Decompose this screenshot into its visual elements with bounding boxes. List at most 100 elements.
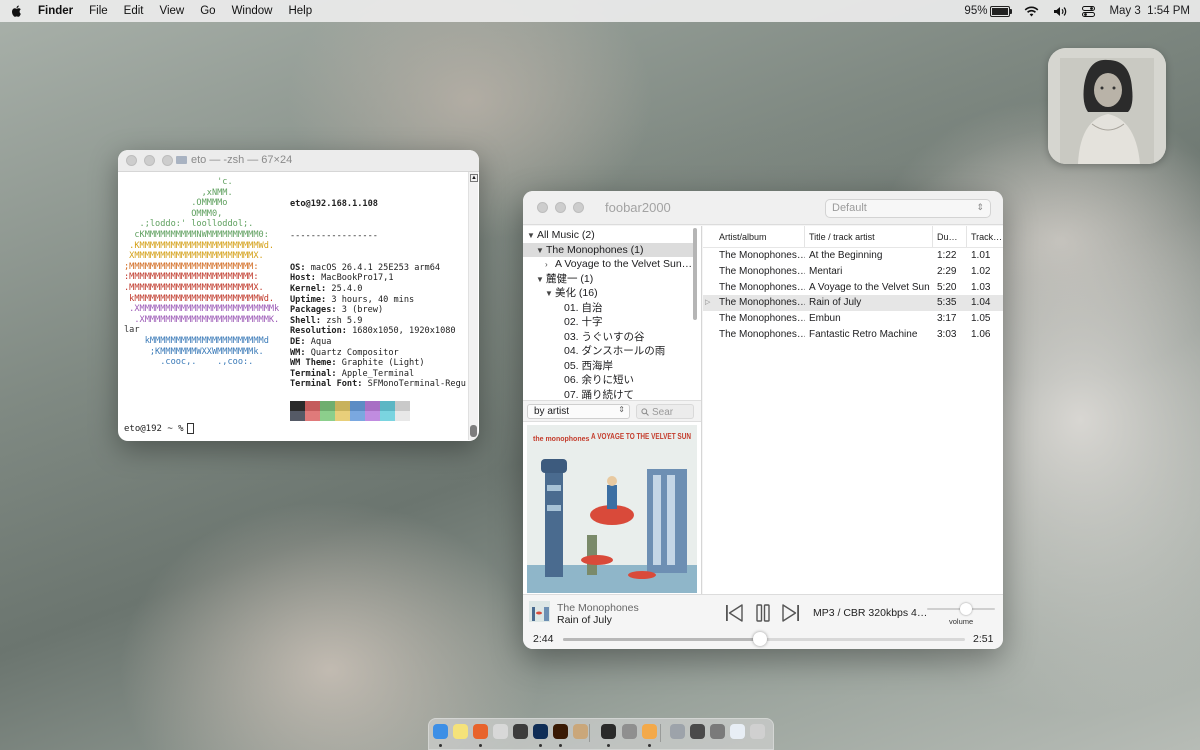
- clock-time: 1:54 PM: [1147, 5, 1190, 17]
- terminal-minimize-button[interactable]: [144, 155, 155, 166]
- terminal-window[interactable]: eto — -zsh — 67×24 'c. ,xNMM. .OMMMMo OM…: [118, 150, 479, 441]
- wifi-icon[interactable]: [1024, 5, 1039, 17]
- group-by-select[interactable]: by artist ⇕: [527, 404, 630, 419]
- column-duration[interactable]: Du…: [933, 226, 967, 247]
- library-tree-item[interactable]: 04. ダンスホールの雨: [523, 344, 697, 359]
- menu-file[interactable]: File: [89, 5, 108, 17]
- previous-track-icon[interactable]: [723, 602, 745, 624]
- menu-go[interactable]: Go: [200, 5, 215, 17]
- foobar-title: foobar2000: [605, 200, 671, 215]
- menu-clock[interactable]: May 3 1:54 PM: [1109, 5, 1190, 17]
- foobar-zoom-button[interactable]: [573, 202, 584, 213]
- playlist-row[interactable]: The Monophones… Fantastic Retro Machine 3:…: [703, 327, 1003, 343]
- playlist-panel[interactable]: Artist/album Title / track artist Du… Tr…: [703, 226, 1003, 594]
- library-tree[interactable]: ▼ All Music (2) ▼ The Monophones (1) › A Voya…: [523, 228, 697, 402]
- library-tree-label: 07. 踊り続けて: [564, 388, 635, 401]
- playlist-row[interactable]: ▷ The Monophones… Rain of July 5:35 1.04: [703, 295, 1003, 312]
- mail-stack-icon[interactable]: [730, 724, 745, 739]
- terminal-scroll-thumb[interactable]: [470, 425, 477, 437]
- battery-status[interactable]: 95%: [964, 5, 1013, 17]
- info-key: Packages: [290, 305, 332, 316]
- library-tree-item[interactable]: 05. 西海岸: [523, 359, 697, 374]
- row-artist: The Monophones…: [719, 265, 805, 277]
- finder-icon[interactable]: [433, 724, 448, 739]
- screenshot-stack-icon[interactable]: [690, 724, 705, 739]
- library-tree-item[interactable]: ▼ 美化 (16): [523, 286, 697, 301]
- neofetch-logo-line: ;KMMMMMMMWXXWMMMMMMMk.: [124, 346, 264, 357]
- playlist-row[interactable]: The Monophones… A Voyage to the Velvet Su…: [703, 280, 1003, 296]
- menu-help[interactable]: Help: [288, 5, 312, 17]
- library-tree-item[interactable]: 02. 十字: [523, 315, 697, 330]
- photo-widget[interactable]: [1048, 48, 1166, 164]
- terminal-zoom-button[interactable]: [162, 155, 173, 166]
- disclosure-triangle-icon[interactable]: ▼: [545, 287, 555, 301]
- menu-view[interactable]: View: [160, 5, 185, 17]
- pause-icon[interactable]: [752, 602, 774, 624]
- preview-icon[interactable]: [573, 724, 588, 739]
- library-tree-item[interactable]: ▼ All Music (2): [523, 228, 697, 243]
- playlist-row[interactable]: The Monophones… Embun 3:17 1.05: [703, 311, 1003, 327]
- scroll-up-arrow-icon[interactable]: ▲: [470, 174, 478, 182]
- trash-icon[interactable]: [750, 724, 765, 739]
- disclosure-triangle-icon[interactable]: ▼: [527, 229, 537, 243]
- photos-icon[interactable]: [642, 724, 657, 739]
- volume-knob[interactable]: [960, 603, 973, 615]
- palette-swatch: [380, 401, 395, 411]
- foobar-minimize-button[interactable]: [555, 202, 566, 213]
- column-title[interactable]: Title / track artist: [805, 226, 933, 247]
- menu-window[interactable]: Window: [232, 5, 273, 17]
- firefox-icon[interactable]: [473, 724, 488, 739]
- running-indicator: [559, 744, 562, 747]
- disclosure-triangle-icon[interactable]: ›: [545, 258, 555, 272]
- foobar-titlebar[interactable]: foobar2000 Default ⇕: [523, 191, 1003, 225]
- library-tree-item[interactable]: ▼ 麓健一 (1): [523, 272, 697, 287]
- column-artist-album[interactable]: Artist/album: [715, 226, 805, 247]
- library-tree-item[interactable]: 01. 自治: [523, 301, 697, 316]
- library-search-input[interactable]: Sear: [636, 404, 694, 419]
- disclosure-triangle-icon[interactable]: ▼: [536, 273, 546, 287]
- running-indicator: [479, 744, 482, 747]
- system-settings-icon[interactable]: [622, 724, 637, 739]
- library-tree-item[interactable]: ▼ The Monophones (1): [523, 242, 697, 258]
- layout-preset-select[interactable]: Default ⇕: [825, 199, 991, 218]
- playlist-row[interactable]: The Monophones… Mentari 2:29 1.02: [703, 264, 1003, 280]
- row-artist: The Monophones…: [719, 281, 805, 293]
- seek-knob[interactable]: [752, 632, 767, 646]
- library-tree-item[interactable]: 06. 余りに短い: [523, 373, 697, 388]
- menu-app-name[interactable]: Finder: [38, 5, 73, 17]
- illustrator-icon[interactable]: [553, 724, 568, 739]
- terminal-scrollbar[interactable]: ▲: [468, 172, 478, 440]
- neofetch-info-line: Terminal: Apple_Terminal: [290, 368, 415, 379]
- volume-icon[interactable]: [1053, 6, 1068, 17]
- library-tree-item[interactable]: › A Voyage to the Velvet Sun…: [523, 257, 697, 272]
- palette-swatch: [305, 411, 320, 421]
- library-tree-label: A Voyage to the Velvet Sun…: [555, 258, 693, 270]
- folder-stack-icon[interactable]: [670, 724, 685, 739]
- terminal-icon[interactable]: [601, 724, 616, 739]
- library-tree-item[interactable]: 03. うぐいすの谷: [523, 330, 697, 345]
- neofetch-logo: 'c. ,xNMM. .OMMMMo OMMM0, .;loddo:' lool…: [124, 177, 279, 368]
- library-tree-label: 05. 西海岸: [564, 359, 614, 372]
- document-stack-icon[interactable]: [710, 724, 725, 739]
- control-center-icon[interactable]: [1082, 5, 1096, 17]
- library-scroll-thumb[interactable]: [693, 228, 697, 320]
- album-art-title-text: A VOYAGE TO THE VELVET SUN: [591, 432, 691, 441]
- terminal-close-button[interactable]: [126, 155, 137, 166]
- apple-menu-icon[interactable]: [10, 4, 24, 18]
- neofetch-logo-line: ;MMMMMMMMMMMMMMMMMMMMMMMM:: [124, 261, 259, 272]
- terminal-titlebar[interactable]: eto — -zsh — 67×24: [118, 150, 479, 172]
- notes-icon[interactable]: [453, 724, 468, 739]
- alien-app-icon[interactable]: [493, 724, 508, 739]
- row-track: 1.02: [971, 265, 991, 277]
- script-editor-icon[interactable]: [513, 724, 528, 739]
- shell-prompt[interactable]: eto@192 ~ %: [124, 423, 194, 434]
- photoshop-icon[interactable]: [533, 724, 548, 739]
- library-scrollbar[interactable]: [693, 226, 698, 396]
- foobar-window[interactable]: foobar2000 Default ⇕ ▼ All Music (2) ▼ The …: [523, 191, 1003, 649]
- playlist-row[interactable]: The Monophones… At the Beginning 1:22 1.01: [703, 248, 1003, 264]
- column-track[interactable]: Track…: [967, 226, 1003, 247]
- next-track-icon[interactable]: [780, 602, 802, 624]
- menu-edit[interactable]: Edit: [124, 5, 144, 17]
- foobar-close-button[interactable]: [537, 202, 548, 213]
- disclosure-triangle-icon[interactable]: ▼: [536, 244, 546, 258]
